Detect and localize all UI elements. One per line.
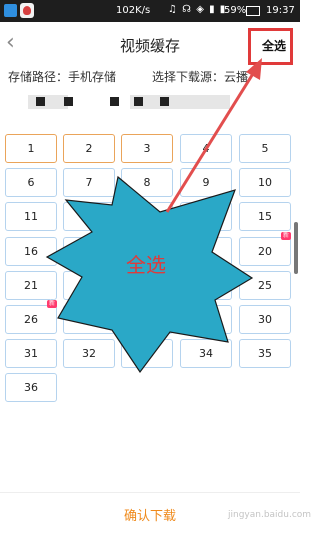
episode-number: 14 [199, 210, 213, 223]
blurred-text [28, 95, 68, 109]
network-speed: 102K/s [116, 5, 151, 16]
episode-number: 31 [24, 347, 38, 360]
episode-number: 21 [24, 279, 38, 292]
episode-number: 6 [27, 176, 35, 189]
episode-cell-33[interactable]: 33 [121, 339, 173, 368]
download-source[interactable]: 选择下载源：云播 [152, 68, 248, 85]
highlight-box [248, 28, 293, 65]
battery-icon [246, 6, 260, 16]
episode-cell-5[interactable]: 5 [239, 134, 291, 163]
new-badge: 新 [280, 232, 291, 240]
episode-number: 4 [202, 142, 210, 155]
episode-cell-22[interactable]: 22 [63, 271, 115, 300]
storage-path[interactable]: 存储路径：手机存储 [8, 68, 116, 85]
episode-cell-4[interactable]: 4 [180, 134, 232, 163]
episode-number: 36 [24, 381, 38, 394]
episode-cell-17[interactable]: 17 [63, 237, 115, 266]
episode-cell-27[interactable]: 27 [63, 305, 115, 334]
episode-cell-3[interactable]: 3 [121, 134, 173, 163]
episode-cell-2[interactable]: 2 [63, 134, 115, 163]
episode-cell-36[interactable]: 36 [5, 373, 57, 402]
episode-number: 5 [261, 142, 269, 155]
episode-number: 26 [24, 313, 38, 326]
episode-cell-29[interactable]: 29 [180, 305, 232, 334]
episode-number: 30 [258, 313, 272, 326]
blurred-text [130, 95, 230, 109]
episode-cell-19[interactable]: 19 [180, 237, 232, 266]
episode-number: 32 [82, 347, 96, 360]
status-bar: 102K/s ♫ ☊ ◈ ▮ ▮ 59% 19:37 [0, 0, 300, 22]
episode-cell-1[interactable]: 1 [5, 134, 57, 163]
redacted-dot [110, 97, 119, 106]
battery-percent: 59% [224, 5, 247, 16]
redacted-dot [64, 97, 73, 106]
episode-cell-13[interactable]: 13 [121, 202, 173, 231]
episode-number: 27 [82, 313, 96, 326]
scrollbar[interactable] [294, 222, 298, 274]
redacted-dot [36, 97, 45, 106]
episode-cell-28[interactable]: 28 [121, 305, 173, 334]
episode-cell-11[interactable]: 11 [5, 202, 57, 231]
episode-number: 15 [258, 210, 272, 223]
episode-cell-25[interactable]: 25 [239, 271, 291, 300]
episode-number: 34 [199, 347, 213, 360]
episode-number: 18 [140, 245, 154, 258]
new-badge: 新 [46, 300, 57, 308]
watermark: jingyan.baidu.com [228, 510, 312, 520]
episode-cell-21[interactable]: 21 [5, 271, 57, 300]
episode-cell-6[interactable]: 6 [5, 168, 57, 197]
episode-cell-26[interactable]: 26 新 [5, 300, 57, 334]
episode-number: 17 [82, 245, 96, 258]
redacted-dot [134, 97, 143, 106]
episode-number: 8 [143, 176, 151, 189]
episode-cell-15[interactable]: 15 [239, 202, 291, 231]
episode-number: 35 [258, 347, 272, 360]
episode-number: 1 [27, 142, 35, 155]
status-icons: ♫ ☊ ◈ ▮ ▮ [168, 4, 227, 15]
episode-cell-18[interactable]: 18 [121, 237, 173, 266]
episode-number: 22 [82, 279, 96, 292]
episode-number: 33 [140, 347, 154, 360]
episode-cell-20[interactable]: 20 新 [239, 232, 291, 266]
episode-number: 28 [140, 313, 154, 326]
episode-cell-24[interactable]: 24 [180, 271, 232, 300]
episode-cell-30[interactable]: 30 [239, 305, 291, 334]
episode-number: 7 [85, 176, 93, 189]
episode-number: 3 [143, 142, 151, 155]
episode-cell-35[interactable]: 35 [239, 339, 291, 368]
episode-cell-12[interactable]: 12 [63, 202, 115, 231]
episode-number: 12 [82, 210, 96, 223]
episode-number: 25 [258, 279, 272, 292]
app-avatar-icon [20, 3, 34, 18]
episode-number: 24 [199, 279, 213, 292]
app-notification-icon [4, 4, 17, 17]
episode-number: 10 [258, 176, 272, 189]
episode-cell-9[interactable]: 9 [180, 168, 232, 197]
clock: 19:37 [266, 5, 295, 16]
episode-cell-10[interactable]: 10 [239, 168, 291, 197]
episode-cell-31[interactable]: 31 [5, 339, 57, 368]
episode-number: 11 [24, 210, 38, 223]
episode-cell-8[interactable]: 8 [121, 168, 173, 197]
redacted-dot [160, 97, 169, 106]
episode-number: 29 [199, 313, 213, 326]
episode-cell-7[interactable]: 7 [63, 168, 115, 197]
episode-number: 20 [258, 245, 272, 258]
episode-cell-23[interactable]: 23 [121, 271, 173, 300]
episode-cell-34[interactable]: 34 [180, 339, 232, 368]
episode-cell-32[interactable]: 32 [63, 339, 115, 368]
episode-number: 2 [85, 142, 93, 155]
episode-number: 19 [199, 245, 213, 258]
episode-number: 13 [140, 210, 154, 223]
episode-number: 9 [202, 176, 210, 189]
episode-number: 16 [24, 245, 38, 258]
episode-cell-16[interactable]: 16 [5, 237, 57, 266]
episode-number: 23 [140, 279, 154, 292]
episode-cell-14[interactable]: 14 [180, 202, 232, 231]
